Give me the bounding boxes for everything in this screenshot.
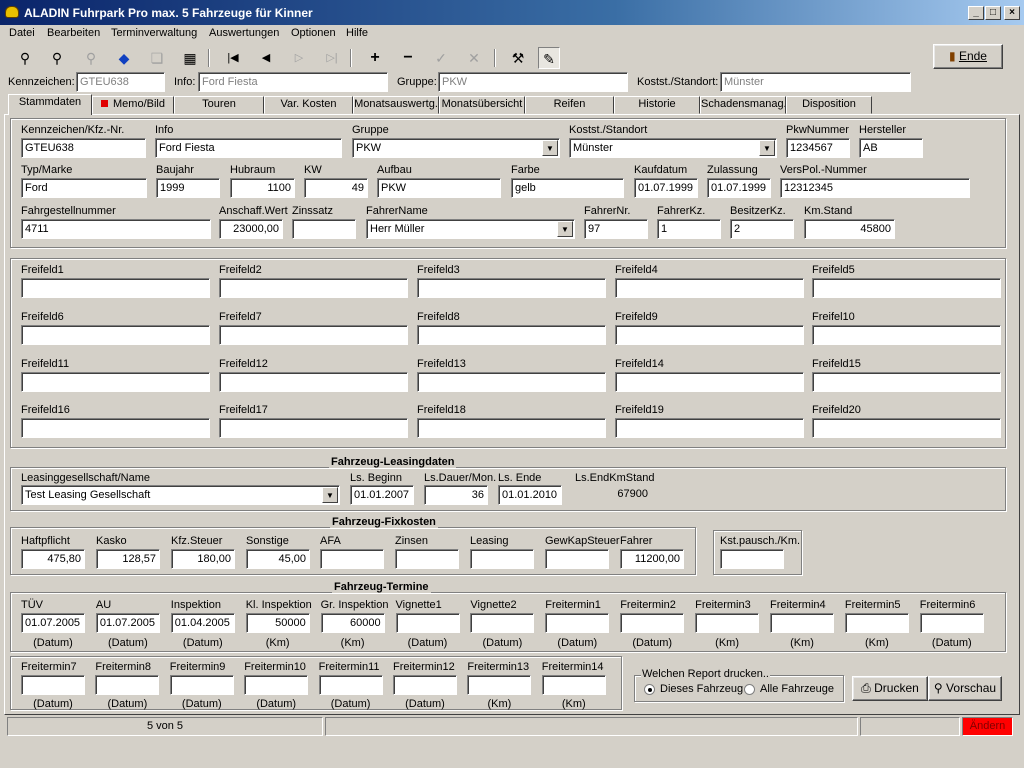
tab-schadensmanagement[interactable]: Schadensmanag. <box>700 96 786 114</box>
menu-datei[interactable]: Datei <box>9 27 35 39</box>
menu-terminverwaltung[interactable]: Terminverwaltung <box>111 27 197 39</box>
end-button[interactable]: ▮ Ende <box>933 44 1003 69</box>
separator <box>350 49 352 67</box>
header-kost-label: Kostst./Standort: <box>637 76 719 88</box>
tab-panel <box>4 114 1020 715</box>
title-bar: ALADIN Fuhrpark Pro max. 5 Fahrzeuge für… <box>0 0 1024 25</box>
tools-icon[interactable]: ⚒ <box>507 47 529 69</box>
header-kennzeichen-field: GTEU638 <box>76 72 165 92</box>
calendar-icon[interactable]: ▦ <box>179 47 201 69</box>
window-title: ALADIN Fuhrpark Pro max. 5 Fahrzeuge für… <box>24 6 313 20</box>
delete-icon[interactable]: − <box>397 47 419 69</box>
tab-reifen[interactable]: Reifen <box>525 96 614 114</box>
menu-bearbeiten[interactable]: Bearbeiten <box>47 27 100 39</box>
new-record-icon[interactable]: ◆ <box>113 47 135 69</box>
tab-stammdaten[interactable]: Stammdaten <box>8 94 92 115</box>
tab-memo-bild[interactable]: Memo/Bild <box>92 96 174 114</box>
add-icon[interactable]: + <box>364 47 386 69</box>
search-next-icon[interactable]: ⚲ <box>80 47 102 69</box>
status-panel-empty <box>860 717 960 736</box>
menu-bar: Datei Bearbeiten Terminverwaltung Auswer… <box>0 25 1024 43</box>
minimize-button[interactable]: _ <box>968 6 984 20</box>
confirm-icon[interactable]: ✓ <box>430 47 452 69</box>
status-record-count: 5 von 5 <box>7 717 323 736</box>
header-kennzeichen-label: Kennzeichen: <box>8 76 75 88</box>
edit-icon[interactable]: ✎ <box>538 47 560 69</box>
first-record-icon[interactable]: |◀ <box>222 47 244 69</box>
header-info-label: Info: <box>174 76 196 88</box>
tab-disposition[interactable]: Disposition <box>786 96 872 114</box>
search-icon[interactable]: ⚲ <box>14 47 36 69</box>
tab-touren[interactable]: Touren <box>174 96 264 114</box>
header-gruppe-field: PKW <box>438 72 628 92</box>
next-record-icon[interactable]: ▷ <box>288 47 310 69</box>
status-mode-badge: Ändern <box>962 717 1013 736</box>
header-info-field: Ford Fiesta <box>198 72 388 92</box>
separator <box>494 49 496 67</box>
prev-record-icon[interactable]: ◀ <box>255 47 277 69</box>
status-panel-middle <box>325 717 858 736</box>
end-button-label: Ende <box>958 49 987 63</box>
tab-var-kosten[interactable]: Var. Kosten <box>264 96 353 114</box>
tab-memo-bild-label: Memo/Bild <box>113 98 165 110</box>
tab-monatsuebersicht[interactable]: Monatsübersicht <box>439 96 525 114</box>
close-button[interactable]: × <box>1004 6 1020 20</box>
tab-historie[interactable]: Historie <box>614 96 700 114</box>
header-kost-field: Münster <box>720 72 911 92</box>
last-record-icon[interactable]: ▷| <box>321 47 343 69</box>
header-gruppe-label: Gruppe: <box>397 76 437 88</box>
menu-hilfe[interactable]: Hilfe <box>346 27 368 39</box>
cancel-icon[interactable]: ✕ <box>463 47 485 69</box>
tab-monatsauswertung[interactable]: Monatsauswertg. <box>353 96 439 114</box>
separator <box>208 49 210 67</box>
exit-icon: ▮ <box>949 49 956 63</box>
menu-optionen[interactable]: Optionen <box>291 27 336 39</box>
maximize-button[interactable]: □ <box>985 6 1001 20</box>
app-icon <box>5 6 19 18</box>
copy-record-icon[interactable]: ❏ <box>146 47 168 69</box>
toolbar: ⚲ ⚲ ⚲ ◆ ❏ ▦ |◀ ◀ ▷ ▷| + − ✓ ✕ ⚒ ✎ ▮ Ende <box>0 43 1024 71</box>
menu-auswertungen[interactable]: Auswertungen <box>209 27 279 39</box>
search-advanced-icon[interactable]: ⚲ <box>46 47 68 69</box>
memo-indicator-icon <box>101 100 109 107</box>
